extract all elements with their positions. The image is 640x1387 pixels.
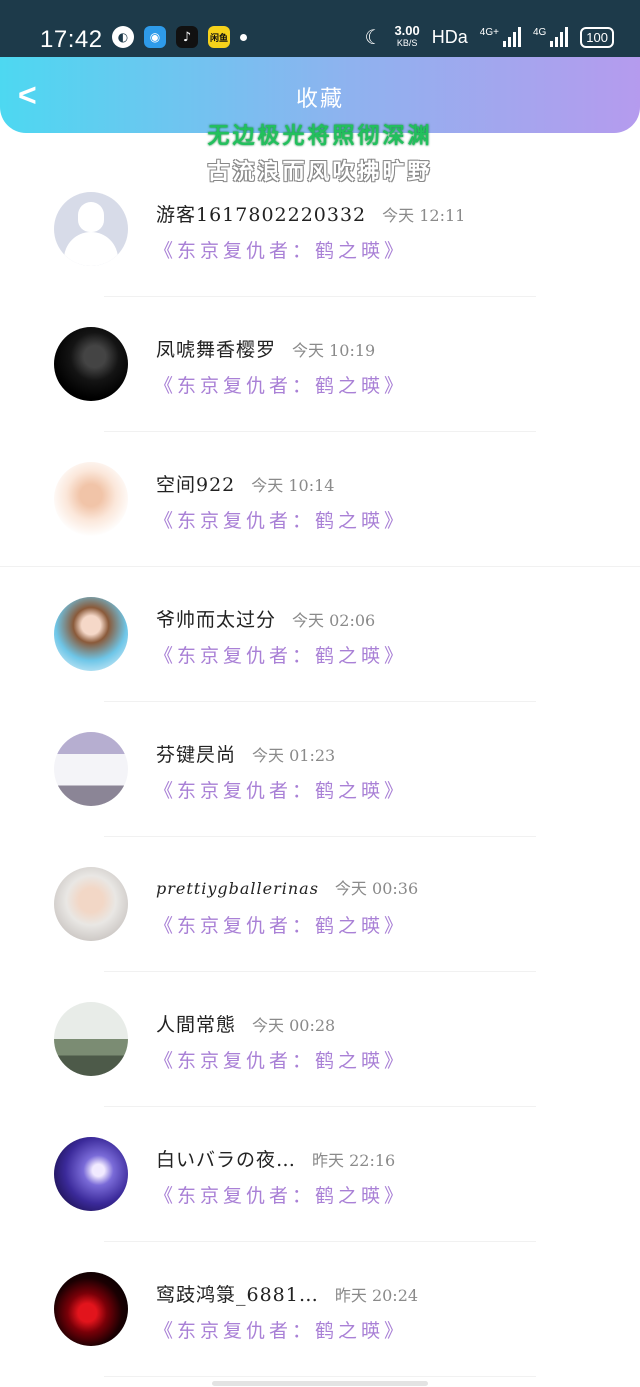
- list-item[interactable]: 芬键昃尚 今天 01:23 《东京复仇者：鹤之暎》: [0, 702, 640, 837]
- user-name: 爷帅而太过分 今天 02:06: [156, 609, 376, 631]
- battery-indicator: 100: [580, 26, 614, 48]
- user-name: 窎跂鸿箓_6881… 昨天 20:24: [156, 1284, 419, 1306]
- app-circle-icon: ◉: [144, 26, 166, 48]
- avatar[interactable]: [54, 867, 128, 941]
- avatar[interactable]: [54, 1002, 128, 1076]
- work-title[interactable]: 《东京复仇者：鹤之暎》: [154, 506, 407, 533]
- avatar[interactable]: [54, 1272, 128, 1346]
- speed-value: 3.00: [394, 23, 420, 38]
- avatar[interactable]: [54, 462, 128, 536]
- work-title[interactable]: 《东京复仇者：鹤之暎》: [154, 1046, 407, 1073]
- timestamp: 今天 01:23: [252, 746, 336, 765]
- home-indicator[interactable]: [212, 1381, 428, 1386]
- notification-icons: ◐ ◉ ♪ 闲鱼: [112, 26, 247, 48]
- user-name: 凤唬舞香樱罗 今天 10:19: [156, 339, 376, 361]
- page-title: 收藏: [295, 87, 344, 112]
- list-item[interactable]: 窎跂鸿箓_6881… 昨天 20:24 《东京复仇者：鹤之暎》: [0, 1242, 640, 1377]
- list-item[interactable]: 白いバラの夜… 昨天 22:16 《东京复仇者：鹤之暎》: [0, 1107, 640, 1242]
- work-title[interactable]: 《东京复仇者：鹤之暎》: [154, 371, 407, 398]
- avatar[interactable]: [54, 732, 128, 806]
- timestamp: 昨天 20:24: [334, 1286, 419, 1305]
- hd-indicator: HDa: [431, 26, 468, 47]
- more-notifications-dot: [240, 33, 247, 41]
- avatar[interactable]: [54, 192, 128, 266]
- timestamp: 今天 02:06: [292, 611, 376, 630]
- status-time: 17:42: [40, 26, 103, 53]
- app-yellow-icon: 闲鱼: [208, 26, 230, 48]
- signal-label: 4G+: [479, 27, 499, 38]
- speed-unit: KB/S: [396, 38, 418, 48]
- signal-icon-2: 4G: [532, 27, 569, 47]
- globe-icon: ◐: [112, 26, 134, 48]
- avatar[interactable]: [54, 1137, 128, 1211]
- timestamp: 今天 10:19: [292, 341, 376, 360]
- signal-label-2: 4G: [532, 27, 547, 38]
- list-item[interactable]: 人間常態 今天 00:28 《东京复仇者：鹤之暎》: [0, 972, 640, 1107]
- timestamp: 今天 12:11: [382, 206, 466, 225]
- list-item[interactable]: 爷帅而太过分 今天 02:06 《东京复仇者：鹤之暎》: [0, 567, 640, 702]
- list-item[interactable]: 游客1617802220332 今天 12:11 《东京复仇者：鹤之暎》: [0, 162, 640, 297]
- timestamp: 昨天 22:16: [312, 1151, 396, 1170]
- favorites-list: 游客1617802220332 今天 12:11 《东京复仇者：鹤之暎》 凤唬舞香…: [0, 162, 640, 1377]
- list-item[interactable]: prettiygballerinas 今天 00:36 《东京复仇者：鹤之暎》: [0, 837, 640, 972]
- user-name: 芬键昃尚 今天 01:23: [156, 744, 336, 766]
- avatar[interactable]: [54, 597, 128, 671]
- user-name: 空间922 今天 10:14: [156, 474, 335, 496]
- divider: [104, 1376, 536, 1377]
- tiktok-icon: ♪: [176, 26, 198, 48]
- work-title[interactable]: 《东京复仇者：鹤之暎》: [154, 776, 407, 803]
- work-title[interactable]: 《东京复仇者：鹤之暎》: [154, 911, 407, 938]
- status-right: ☾ 3.00 KB/S HDa 4G+ 4G 100: [364, 24, 614, 50]
- timestamp: 今天 10:14: [251, 476, 335, 495]
- user-name: prettiygballerinas 今天 00:36: [156, 879, 419, 898]
- timestamp: 今天 00:28: [252, 1016, 336, 1035]
- work-title[interactable]: 《东京复仇者：鹤之暎》: [154, 641, 407, 668]
- user-name: 白いバラの夜… 昨天 22:16: [156, 1149, 396, 1171]
- timestamp: 今天 00:36: [334, 879, 419, 898]
- network-speed: 3.00 KB/S: [394, 24, 419, 50]
- moon-icon: ☾: [364, 26, 383, 49]
- work-title[interactable]: 《东京复仇者：鹤之暎》: [154, 1181, 407, 1208]
- user-name: 人間常態 今天 00:28: [156, 1014, 336, 1036]
- user-name: 游客1617802220332 今天 12:11: [156, 204, 466, 226]
- signal-icon: 4G+: [480, 27, 521, 47]
- list-item[interactable]: 空间922 今天 10:14 《东京复仇者：鹤之暎》: [0, 432, 640, 567]
- work-title[interactable]: 《东京复仇者：鹤之暎》: [154, 236, 407, 263]
- work-title[interactable]: 《东京复仇者：鹤之暎》: [154, 1316, 407, 1343]
- list-item[interactable]: 凤唬舞香樱罗 今天 10:19 《东京复仇者：鹤之暎》: [0, 297, 640, 432]
- avatar[interactable]: [54, 327, 128, 401]
- overlay-text-line1: 无边极光将照彻深渊: [207, 123, 433, 149]
